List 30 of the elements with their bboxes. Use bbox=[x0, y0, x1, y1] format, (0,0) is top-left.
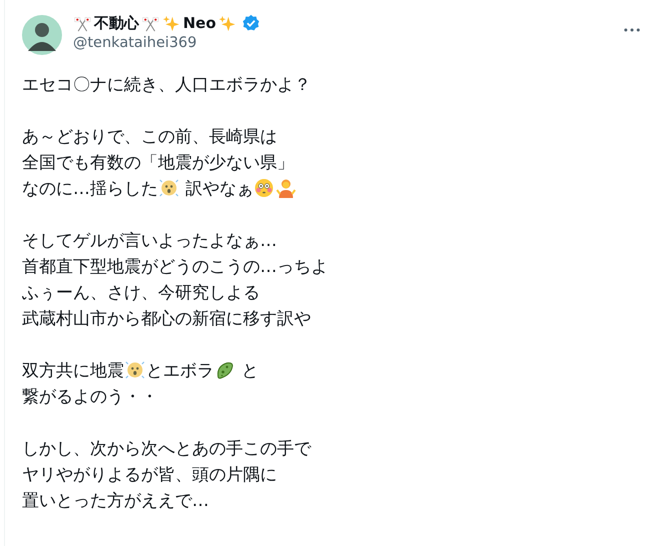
tweet-text: そしてゲルが言いよったよなぁ… bbox=[22, 231, 277, 251]
tweet-text: 双方共に地震 bbox=[22, 361, 124, 381]
crossed-flags-icon bbox=[142, 14, 159, 32]
sparkles-icon bbox=[219, 14, 236, 32]
tweet-text: 全国でも有数の「地震が少ない県」 bbox=[22, 153, 294, 173]
shrugging-person-icon bbox=[276, 178, 296, 198]
tweet-text: と bbox=[240, 361, 258, 381]
tweet-text: なのに…揺らした bbox=[22, 179, 158, 199]
tweet-text: 武蔵村山市から都心の新宿に移す訳や bbox=[22, 309, 311, 329]
tweet-text: 訳やなぁ bbox=[184, 179, 254, 199]
user-handle[interactable]: @tenkataihei369 bbox=[73, 34, 260, 53]
more-options-icon[interactable] bbox=[624, 28, 640, 32]
tweet-text: ヤリやがりよるが皆、頭の片隅に bbox=[22, 465, 277, 485]
tweet-text: 首都直下型地震がどうのこうの…っちよ bbox=[22, 257, 328, 277]
tweet-text: ふぅーん、さけ、今研究しよる bbox=[22, 283, 260, 303]
flushed-face-icon bbox=[254, 178, 274, 198]
microbe-icon bbox=[215, 360, 235, 380]
tweet-text: とエボラ bbox=[146, 361, 214, 381]
sparkles-icon bbox=[163, 14, 180, 32]
shaking-face-icon bbox=[125, 360, 145, 380]
display-name[interactable]: 不動心 bbox=[94, 14, 139, 32]
shaking-face-icon bbox=[159, 178, 179, 198]
avatar[interactable] bbox=[22, 15, 62, 55]
tweet-text: エセコ〇ナに続き、人口エボラかよ？ bbox=[22, 75, 311, 95]
tweet-text: しかし、次から次へとあの手この手で bbox=[22, 439, 311, 459]
crossed-flags-icon bbox=[74, 14, 91, 32]
tweet-text: 置いとった方がええで… bbox=[22, 491, 209, 511]
tweet-text: 繋がるよのう・・ bbox=[22, 387, 158, 407]
tweet-text: あ～どおりで、この前、長崎県は bbox=[22, 127, 277, 147]
display-name[interactable]: Neo bbox=[183, 14, 216, 32]
